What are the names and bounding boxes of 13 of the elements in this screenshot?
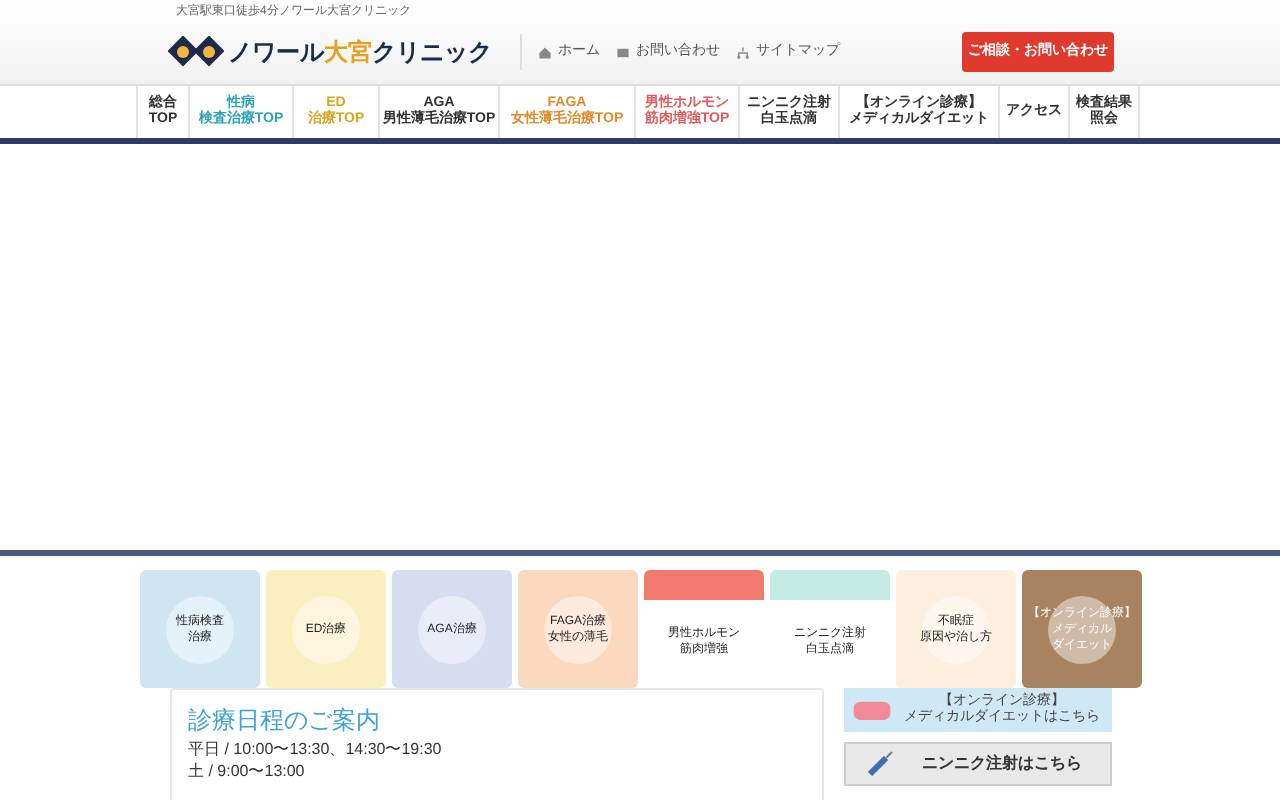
side-banner[interactable]: ニンニク注射はこちら <box>844 742 1112 786</box>
circle-icon <box>286 590 366 670</box>
sitemap-icon <box>736 45 750 59</box>
circle-icon <box>1042 590 1122 670</box>
envelope-icon <box>616 45 630 59</box>
schedule-title: 診療日程のご案内 <box>188 706 382 734</box>
home-icon <box>538 45 552 59</box>
schedule-row-text: 土 / 9:00〜13:00 <box>188 760 307 782</box>
circle-icon <box>538 590 618 670</box>
clinic-logo-text[interactable]: ノワール大宮クリニック <box>228 34 492 70</box>
syringe-icon <box>866 750 894 778</box>
schedule-row-text: 平日 / 10:00〜13:30、14:30〜19:30 <box>188 738 444 760</box>
logo-icon <box>168 36 224 68</box>
